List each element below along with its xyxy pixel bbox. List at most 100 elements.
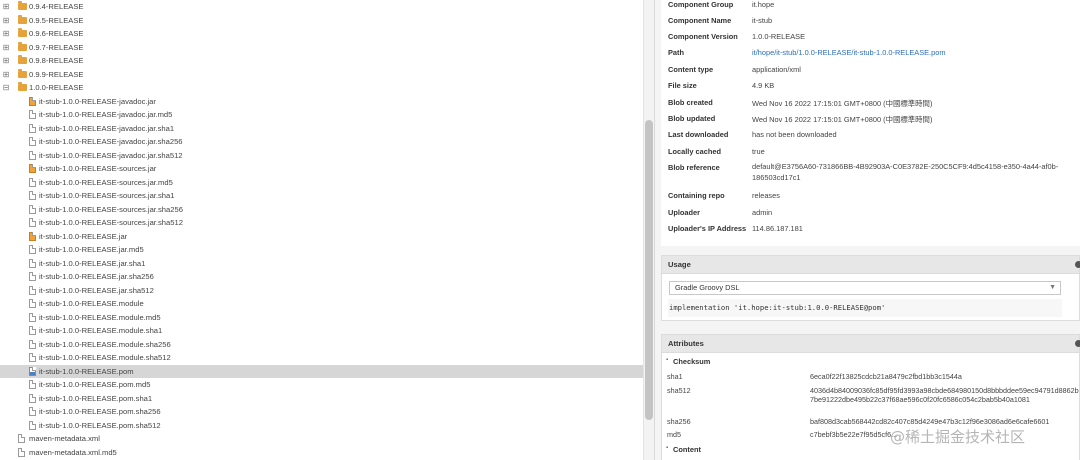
- tree-item-file[interactable]: it-stub-1.0.0-RELEASE-sources.jar.sha512: [0, 216, 643, 230]
- tree-item-version-folder[interactable]: ⊞ 0.9.4-RELEASE: [0, 0, 643, 14]
- tree-item-label: it-stub-1.0.0-RELEASE.jar.md5: [39, 245, 144, 254]
- tree-item-label: it-stub-1.0.0-RELEASE-javadoc.jar.sha1: [39, 123, 175, 133]
- content-type-label: Content type: [668, 65, 714, 74]
- tree-item-label: it-stub-1.0.0-RELEASE.pom.md5: [39, 380, 151, 389]
- last-downloaded-value: has not been downloaded: [752, 130, 837, 139]
- tree-item-file[interactable]: it-stub-1.0.0-RELEASE.module.sha512: [0, 351, 643, 365]
- tree-item-file[interactable]: it-stub-1.0.0-RELEASE-sources.jar.sha256: [0, 203, 643, 217]
- content-caret-icon[interactable]: ▪: [666, 445, 668, 451]
- tree-item-label: it-stub-1.0.0-RELEASE.module.md5: [39, 312, 161, 322]
- tree-item-label: it-stub-1.0.0-RELEASE-javadoc.jar.sha256: [39, 137, 183, 146]
- blob-updated-label: Blob updated: [668, 114, 716, 123]
- checksum-group-title[interactable]: Checksum: [673, 357, 710, 366]
- component-name-value: it-stub: [752, 16, 773, 25]
- tree-item-label: 0.9.8-RELEASE: [29, 56, 84, 65]
- checksum-sha512-label: sha512: [667, 386, 691, 395]
- uploader-ip-label: Uploader's IP Address: [668, 224, 747, 233]
- tree-item-label: it-stub-1.0.0-RELEASE.jar: [39, 231, 128, 241]
- tree-item-root-file[interactable]: maven-metadata.xml.md5: [0, 446, 643, 460]
- component-group-label: Component Group: [668, 0, 734, 9]
- tree-item-version-folder[interactable]: ⊟ 1.0.0-RELEASE: [0, 81, 643, 95]
- expand-icon[interactable]: ⊞: [2, 3, 10, 11]
- folder-icon: [18, 41, 27, 51]
- file-icon: [29, 245, 36, 254]
- usage-collapse-icon[interactable]: [1075, 261, 1080, 268]
- tree-item-file[interactable]: it-stub-1.0.0-RELEASE-javadoc.jar.sha256: [0, 135, 643, 149]
- usage-snippet[interactable]: implementation 'it.hope:it-stub:1.0.0-RE…: [669, 303, 885, 312]
- tree-item-version-folder[interactable]: ⊞ 0.9.7-RELEASE: [0, 41, 643, 55]
- file-icon: [29, 420, 36, 430]
- locally-cached-label: Locally cached: [668, 147, 721, 156]
- component-version-label: Component Version: [668, 32, 738, 41]
- tree-item-label: maven-metadata.xml: [29, 434, 100, 443]
- file-icon: [29, 258, 36, 268]
- tree-item-label: it-stub-1.0.0-RELEASE.pom.sha256: [39, 407, 161, 416]
- attributes-header[interactable]: Attributes: [662, 335, 1079, 353]
- file-icon: [29, 137, 36, 146]
- tree-item-file[interactable]: it-stub-1.0.0-RELEASE.jar.sha512: [0, 284, 643, 298]
- file-icon: [29, 312, 36, 322]
- tree-item-version-folder[interactable]: ⊞ 0.9.9-RELEASE: [0, 68, 643, 82]
- tree-item-label: it-stub-1.0.0-RELEASE-javadoc.jar.sha512: [39, 150, 183, 160]
- usage-format-select[interactable]: Gradle Groovy DSL ▼: [669, 281, 1061, 295]
- expand-icon[interactable]: ⊞: [2, 57, 10, 65]
- file-icon: [29, 191, 36, 200]
- tree-item-file[interactable]: it-stub-1.0.0-RELEASE.pom.sha1: [0, 392, 643, 406]
- checksum-sha256-label: sha256: [667, 417, 691, 426]
- blob-created-label: Blob created: [668, 98, 713, 107]
- folder-icon: [18, 28, 27, 37]
- tree-item-file[interactable]: it-stub-1.0.0-RELEASE.pom: [0, 364, 643, 378]
- tree-item-file[interactable]: it-stub-1.0.0-RELEASE.pom.sha256: [0, 405, 643, 419]
- tree-item-file[interactable]: it-stub-1.0.0-RELEASE.module.sha256: [0, 338, 643, 352]
- component-name-label: Component Name: [668, 16, 732, 25]
- tree-item-label: maven-metadata.xml.md5: [29, 447, 117, 457]
- tree-item-version-folder[interactable]: ⊞ 0.9.8-RELEASE: [0, 54, 643, 68]
- expand-icon[interactable]: ⊞: [2, 30, 10, 38]
- collapse-icon[interactable]: ⊟: [2, 84, 10, 92]
- pom-file-icon: [29, 366, 36, 376]
- asset-info-card: Component Group it.hope Component Name i…: [661, 0, 1080, 246]
- tree-item-file[interactable]: it-stub-1.0.0-RELEASE.jar.sha1: [0, 257, 643, 271]
- tree-item-label: it-stub-1.0.0-RELEASE-sources.jar.sha512: [39, 218, 183, 227]
- tree-item-file[interactable]: it-stub-1.0.0-RELEASE-javadoc.jar.md5: [0, 108, 643, 122]
- tree-item-file[interactable]: it-stub-1.0.0-RELEASE-sources.jar.sha1: [0, 189, 643, 203]
- tree-item-file[interactable]: it-stub-1.0.0-RELEASE-javadoc.jar.sha512: [0, 149, 643, 163]
- tree-item-label: 0.9.9-RELEASE: [29, 69, 84, 79]
- containing-repo-label: Containing repo: [668, 191, 725, 200]
- tree-item-file[interactable]: it-stub-1.0.0-RELEASE-sources.jar.md5: [0, 176, 643, 190]
- checksum-caret-icon[interactable]: ▪: [666, 357, 668, 363]
- tree-item-file[interactable]: it-stub-1.0.0-RELEASE.pom.sha512: [0, 419, 643, 433]
- file-icon: [29, 177, 36, 187]
- tree-item-file[interactable]: it-stub-1.0.0-RELEASE.module: [0, 297, 643, 311]
- uploader-ip-value: 114.86.187.181: [752, 224, 803, 233]
- tree-item-label: it-stub-1.0.0-RELEASE.jar.sha512: [39, 285, 154, 295]
- tree-item-version-folder[interactable]: ⊞ 0.9.5-RELEASE: [0, 14, 643, 28]
- tree-item-file[interactable]: it-stub-1.0.0-RELEASE.module.md5: [0, 311, 643, 325]
- tree-item-file[interactable]: it-stub-1.0.0-RELEASE.jar: [0, 230, 643, 244]
- tree-scrollbar-thumb[interactable]: [645, 120, 653, 420]
- tree-item-file[interactable]: it-stub-1.0.0-RELEASE-sources.jar: [0, 162, 643, 176]
- tree-item-file[interactable]: it-stub-1.0.0-RELEASE-javadoc.jar: [0, 95, 643, 109]
- path-link[interactable]: it/hope/it-stub/1.0.0-RELEASE/it-stub-1.…: [752, 48, 945, 57]
- usage-header[interactable]: Usage: [662, 256, 1079, 274]
- tree-item-label: it-stub-1.0.0-RELEASE-sources.jar.sha256: [39, 204, 183, 214]
- tree-item-root-file[interactable]: maven-metadata.xml: [0, 432, 643, 446]
- tree-item-label: 1.0.0-RELEASE: [29, 83, 84, 92]
- expand-icon[interactable]: ⊞: [2, 70, 10, 79]
- tree-item-file[interactable]: it-stub-1.0.0-RELEASE.jar.md5: [0, 243, 643, 257]
- jar-file-icon: [29, 231, 36, 241]
- blob-reference-value: default@E3756A60-731866BB-4B92903A-C0E37…: [752, 162, 1059, 182]
- file-icon: [29, 285, 36, 295]
- tree-item-file[interactable]: it-stub-1.0.0-RELEASE.pom.md5: [0, 378, 643, 392]
- tree-item-file[interactable]: it-stub-1.0.0-RELEASE.module.sha1: [0, 324, 643, 338]
- tree-item-version-folder[interactable]: ⊞ 0.9.6-RELEASE: [0, 27, 643, 41]
- content-group-title[interactable]: Content: [673, 445, 701, 454]
- expand-icon[interactable]: ⊞: [2, 16, 10, 25]
- tree-item-file[interactable]: it-stub-1.0.0-RELEASE-javadoc.jar.sha1: [0, 122, 643, 136]
- tree-item-label: it-stub-1.0.0-RELEASE.pom.sha1: [39, 393, 153, 403]
- tree-item-label: it-stub-1.0.0-RELEASE-sources.jar.md5: [39, 177, 173, 187]
- expand-icon[interactable]: ⊞: [2, 43, 10, 52]
- attributes-collapse-icon[interactable]: [1075, 340, 1080, 347]
- tree-item-file[interactable]: it-stub-1.0.0-RELEASE.jar.sha256: [0, 270, 643, 284]
- checksum-md5-label: md5: [667, 430, 681, 439]
